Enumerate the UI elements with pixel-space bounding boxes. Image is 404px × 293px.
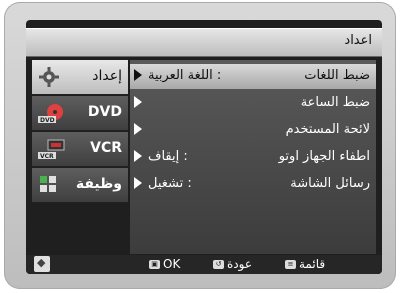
row-label: اطفاء الجهاز اوتو xyxy=(278,149,370,164)
sidebar-item-setup[interactable]: إعداد xyxy=(32,60,128,95)
sidebar-item-label: VCR xyxy=(90,140,122,156)
menu-row-user-menu[interactable]: لائحة المستخدم xyxy=(130,118,376,143)
footer-help-bar: ▣OK ↺عودة ≡قائمة xyxy=(26,255,382,274)
gear-icon xyxy=(38,66,60,92)
function-grid-icon xyxy=(38,174,60,200)
menu-hint: ≡ قائمة xyxy=(282,257,325,271)
menu-row-language[interactable]: : اللغة العربية ضبط اللغات xyxy=(130,64,376,89)
sidebar-item-label: وظيفة xyxy=(75,176,122,192)
row-label: ضبط الساعة xyxy=(300,95,370,110)
row-label: ضبط اللغات xyxy=(304,68,370,83)
svg-text:DVD: DVD xyxy=(40,117,55,124)
row-value: : تشغيل xyxy=(148,176,192,191)
row-value: : إيقاف xyxy=(148,149,188,164)
menu-row-clock[interactable]: ضبط الساعة xyxy=(130,91,376,116)
ok-hint: ▣ OK xyxy=(146,257,180,271)
back-hint: ↺ عودة xyxy=(210,257,252,271)
osd-screen: اعداد إعداد DVD DVD VCR VCR وظيفة: اللغ… xyxy=(26,20,382,274)
menu-label: قائمة xyxy=(299,257,326,271)
row-label: لائحة المستخدم xyxy=(285,122,370,137)
sidebar-item-dvd[interactable]: DVD DVD xyxy=(32,96,128,131)
arrow-right-icon xyxy=(134,96,142,108)
arrow-right-icon xyxy=(134,123,142,135)
svg-text:VCR: VCR xyxy=(40,153,54,160)
vcr-cassette-icon: VCR xyxy=(38,138,68,164)
arrow-right-icon xyxy=(134,150,142,162)
sidebar-item-label: DVD xyxy=(87,104,122,120)
sidebar: إعداد DVD DVD VCR VCR وظيفة xyxy=(32,60,128,254)
sidebar-item-label: إعداد xyxy=(92,68,122,84)
ok-key-icon: ▣ xyxy=(149,260,160,269)
menu-row-auto-power-off[interactable]: : إيقاف اطفاء الجهاز اوتو xyxy=(130,145,376,170)
sidebar-item-vcr[interactable]: VCR VCR xyxy=(32,132,128,167)
page-title: اعداد xyxy=(344,33,372,48)
navigation-pad-icon xyxy=(34,256,50,272)
arrow-right-icon xyxy=(134,177,142,189)
row-label: رسائل الشاشة xyxy=(290,176,370,191)
back-label: عودة xyxy=(227,257,252,271)
menu-row-screen-messages[interactable]: : تشغيل رسائل الشاشة xyxy=(130,172,376,197)
sidebar-item-function[interactable]: وظيفة xyxy=(32,168,128,203)
tv-bezel: اعداد إعداد DVD DVD VCR VCR وظيفة: اللغ… xyxy=(4,2,396,289)
return-key-icon: ↺ xyxy=(213,260,224,269)
ok-label: OK xyxy=(163,257,181,271)
dvd-disc-icon: DVD xyxy=(38,102,68,128)
row-value: : اللغة العربية xyxy=(148,68,222,83)
menu-key-icon: ≡ xyxy=(285,260,296,269)
title-bar: اعداد xyxy=(26,28,382,57)
settings-panel: : اللغة العربية ضبط اللغات ضبط الساعة لا… xyxy=(130,60,376,254)
arrow-right-icon xyxy=(134,69,142,81)
